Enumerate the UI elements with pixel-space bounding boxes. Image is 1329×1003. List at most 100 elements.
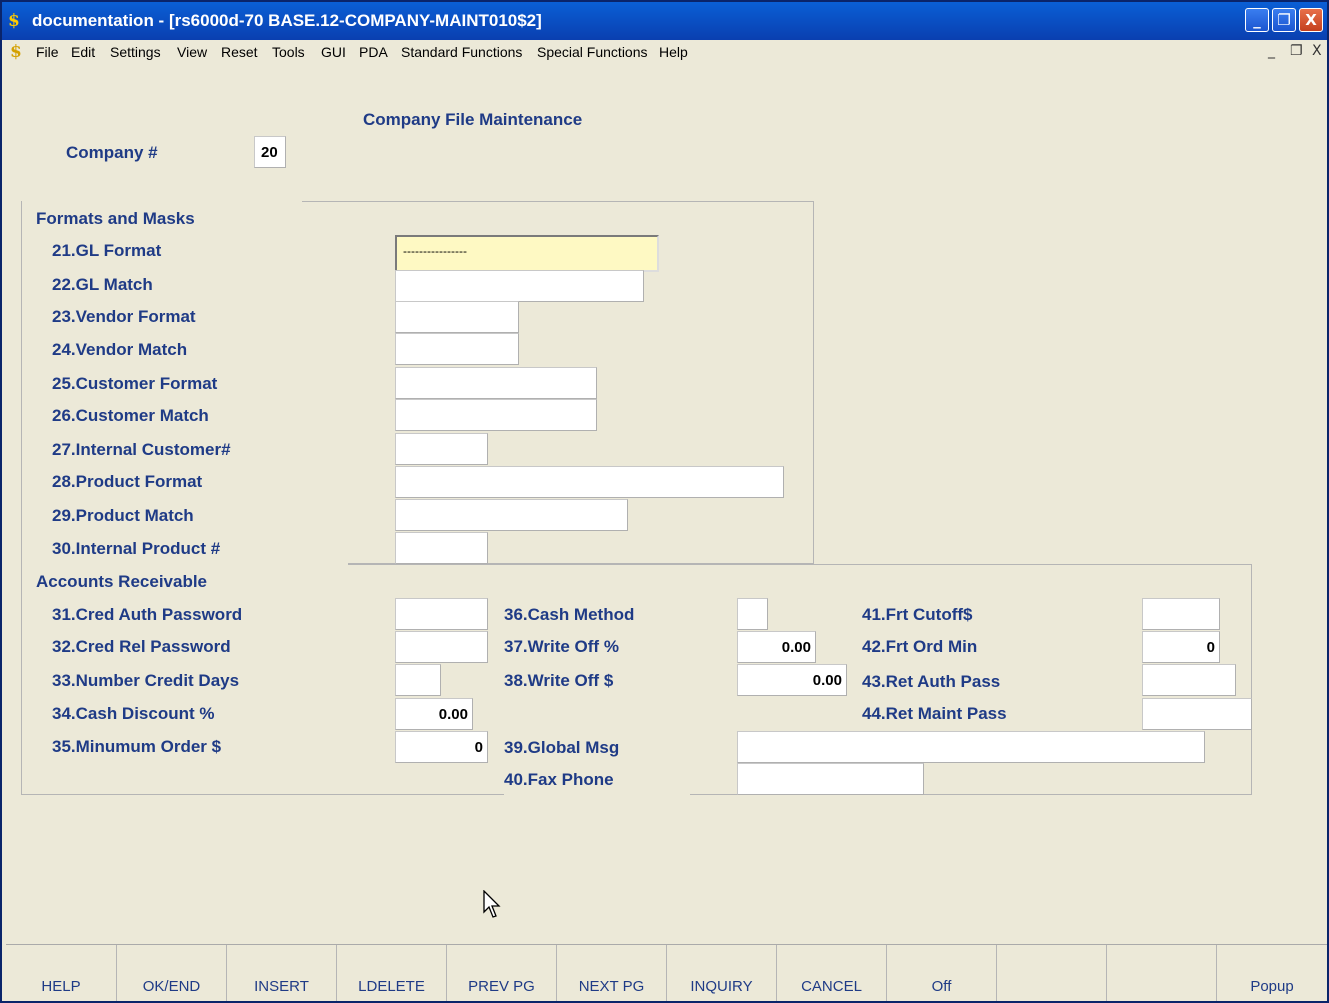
gl-match-field[interactable] (395, 270, 644, 302)
cred-auth-password-field[interactable] (395, 598, 488, 630)
formats-heading: Formats and Masks (36, 209, 195, 228)
cash-discount-field[interactable]: 0.00 (395, 698, 473, 730)
fkey-prev-pg[interactable]: PREV PG (447, 945, 557, 1001)
customer-match-label: 26.Customer Match (52, 406, 209, 425)
fkey-cancel-label: CANCEL (801, 978, 862, 995)
fkey-help-label: HELP (41, 978, 81, 995)
fkey-blank-1[interactable] (997, 945, 1107, 1001)
customer-match-field[interactable] (395, 399, 597, 431)
write-off-percent-label: 37.Write Off % (504, 637, 619, 656)
ar-group-gap-bottom (504, 792, 690, 795)
menu-settings[interactable]: Settings (110, 44, 161, 60)
minimum-order-label: 35.Minumum Order $ (52, 737, 222, 756)
fkey-inquiry[interactable]: INQUIRY (667, 945, 777, 1001)
internal-customer-field[interactable] (395, 433, 488, 465)
customer-format-field[interactable] (395, 367, 597, 399)
menu-gui[interactable]: GUI (321, 44, 346, 60)
menu-edit[interactable]: Edit (71, 44, 95, 60)
app-window: $ documentation - [rs6000d-70 BASE.12-CO… (0, 0, 1329, 1003)
close-button[interactable]: X (1299, 8, 1323, 32)
fkey-insert[interactable]: INSERT (227, 945, 337, 1001)
gl-match-label: 22.GL Match (52, 275, 153, 294)
fkey-ok-end[interactable]: OK/END (117, 945, 227, 1001)
menu-reset[interactable]: Reset (221, 44, 258, 60)
menu-view[interactable]: View (177, 44, 207, 60)
ret-auth-pass-label: 43.Ret Auth Pass (862, 672, 1001, 691)
frt-ord-min-label: 42.Frt Ord Min (862, 637, 978, 656)
maximize-button[interactable]: ❐ (1272, 8, 1296, 32)
write-off-dollar-label: 38.Write Off $ (504, 671, 614, 690)
global-msg-label: 39.Global Msg (504, 738, 620, 757)
fkey-ldelete[interactable]: LDELETE (337, 945, 447, 1001)
fkey-prev-pg-label: PREV PG (468, 978, 535, 995)
ret-maint-pass-field[interactable] (1142, 698, 1252, 730)
app-menu-icon[interactable]: $ (10, 42, 22, 62)
fkey-next-pg[interactable]: NEXT PG (557, 945, 667, 1001)
internal-product-label: 30.Internal Product # (52, 539, 221, 558)
vendor-format-field[interactable] (395, 301, 519, 333)
menu-pda[interactable]: PDA (359, 44, 388, 60)
number-credit-days-label: 33.Number Credit Days (52, 671, 240, 690)
menu-standard-functions[interactable]: Standard Functions (401, 44, 522, 60)
title-bar: $ documentation - [rs6000d-70 BASE.12-CO… (2, 2, 1327, 40)
global-msg-field[interactable] (737, 731, 1205, 763)
internal-customer-label: 27.Internal Customer# (52, 440, 231, 459)
fkey-popup-label: Popup (1250, 978, 1294, 995)
fkey-blank-2[interactable] (1107, 945, 1217, 1001)
menu-help[interactable]: Help (659, 44, 688, 60)
fkey-inquiry-label: INQUIRY (690, 978, 753, 995)
mdi-restore-button[interactable]: ❐ (1290, 43, 1303, 59)
function-key-bar: HELP OK/END INSERT LDELETE PREV PG NEXT … (6, 944, 1327, 1001)
fax-phone-field[interactable] (737, 763, 924, 795)
vendor-match-field[interactable] (395, 333, 519, 365)
ar-group-gap-top (22, 563, 348, 566)
company-field[interactable]: 20 (254, 136, 286, 168)
product-format-field[interactable] (395, 466, 784, 498)
gl-format-label: 21.GL Format (52, 241, 162, 260)
form-title: Company File Maintenance (363, 110, 583, 129)
cred-auth-password-label: 31.Cred Auth Password (52, 605, 243, 624)
frt-ord-min-field[interactable]: 0 (1142, 631, 1220, 663)
gl-format-field[interactable]: ---------------- (395, 235, 659, 272)
vendor-format-label: 23.Vendor Format (52, 307, 196, 326)
write-off-dollar-field[interactable]: 0.00 (737, 664, 847, 696)
product-match-label: 29.Product Match (52, 506, 194, 525)
write-off-percent-field[interactable]: 0.00 (737, 631, 816, 663)
fkey-cancel[interactable]: CANCEL (777, 945, 887, 1001)
mdi-close-button[interactable]: X (1312, 43, 1322, 59)
cash-method-field[interactable] (737, 598, 768, 630)
frt-cutoff-field[interactable] (1142, 598, 1220, 630)
customer-format-label: 25.Customer Format (52, 374, 218, 393)
formats-group-gap (22, 200, 302, 203)
app-logo-icon: $ (8, 11, 20, 31)
cred-rel-password-field[interactable] (395, 631, 488, 663)
minimum-order-field[interactable]: 0 (395, 731, 488, 763)
window-title: documentation - [rs6000d-70 BASE.12-COMP… (32, 11, 542, 30)
company-label: Company # (66, 143, 158, 162)
mdi-minimize-button[interactable]: _ (1268, 43, 1275, 59)
product-format-label: 28.Product Format (52, 472, 203, 491)
fkey-ldelete-label: LDELETE (358, 978, 425, 995)
internal-product-field[interactable] (395, 532, 488, 564)
mouse-pointer-icon (483, 890, 501, 918)
fkey-insert-label: INSERT (254, 978, 309, 995)
cash-method-label: 36.Cash Method (504, 605, 635, 624)
menu-tools[interactable]: Tools (272, 44, 305, 60)
minimize-button[interactable]: _ (1245, 8, 1269, 32)
menu-special-functions[interactable]: Special Functions (537, 44, 648, 60)
cash-discount-label: 34.Cash Discount % (52, 704, 215, 723)
vendor-match-label: 24.Vendor Match (52, 340, 188, 359)
fkey-popup[interactable]: Popup (1217, 945, 1327, 1001)
fax-phone-label: 40.Fax Phone (504, 770, 614, 789)
product-match-field[interactable] (395, 499, 628, 531)
number-credit-days-field[interactable] (395, 664, 441, 696)
ret-auth-pass-field[interactable] (1142, 664, 1236, 696)
menu-file[interactable]: File (36, 44, 59, 60)
fkey-ok-end-label: OK/END (142, 978, 201, 995)
cred-rel-password-label: 32.Cred Rel Password (52, 637, 231, 656)
menu-bar: $ File Edit Settings View Reset Tools GU… (2, 40, 1327, 64)
fkey-off[interactable]: Off (887, 945, 997, 1001)
fkey-help[interactable]: HELP (6, 945, 117, 1001)
ret-maint-pass-label: 44.Ret Maint Pass (862, 704, 1007, 723)
fkey-off-label: Off (931, 978, 952, 995)
